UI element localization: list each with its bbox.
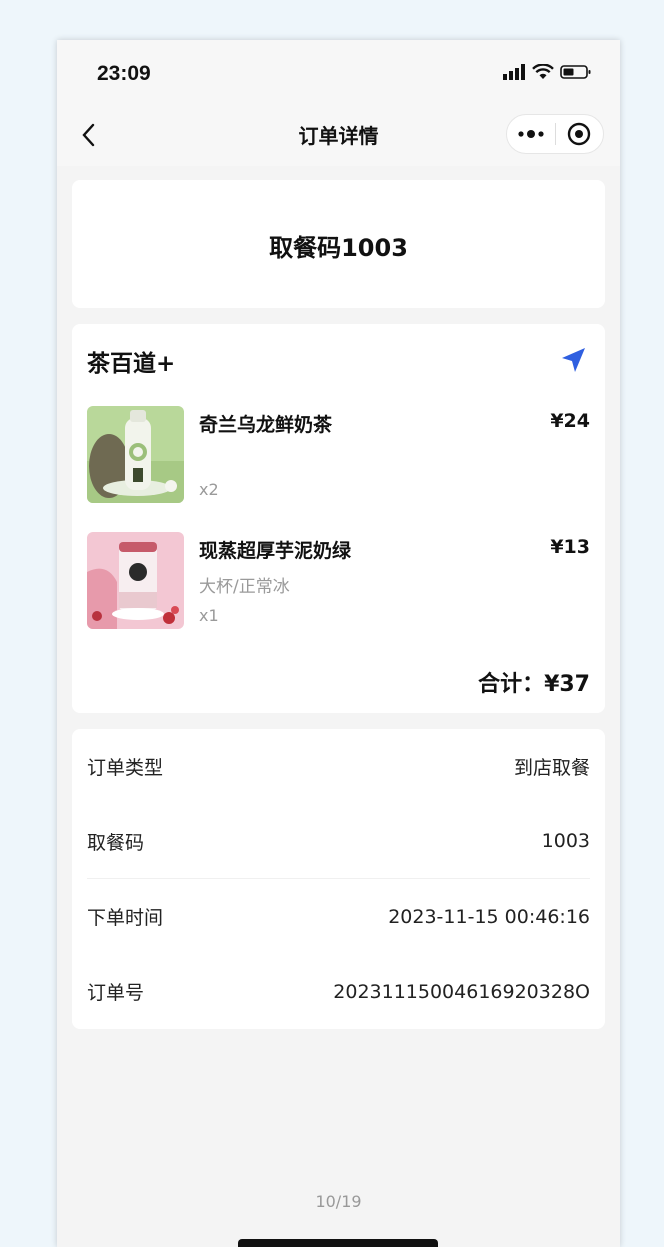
pickup-code: 取餐码1003 xyxy=(269,234,408,262)
item-name: 现蒸超厚芋泥奶绿 xyxy=(199,540,352,562)
close-target-icon xyxy=(568,122,591,146)
order-info-card: 订单类型 到店取餐 取餐码 1003 下单时间 2023-11-15 00:46… xyxy=(72,729,605,1029)
info-value: 2023-11-15 00:46:16 xyxy=(388,905,590,928)
info-value: 到店取餐 xyxy=(513,757,590,779)
list-item[interactable]: 现蒸超厚芋泥奶绿 ¥13 大杯/正常冰 x1 xyxy=(87,532,590,630)
shop-name: 茶百道+ xyxy=(87,351,176,377)
mini-program-capsule xyxy=(506,114,604,154)
info-row-order-time: 下单时间 2023-11-15 00:46:16 xyxy=(87,879,590,954)
close-button[interactable] xyxy=(556,115,603,153)
navigation-button[interactable] xyxy=(559,346,587,378)
info-row-order-number: 订单号 20231115004616920328O xyxy=(87,954,590,1029)
list-item[interactable]: 奇兰乌龙鲜奶茶 ¥24 x2 xyxy=(87,406,590,504)
navigation-bar: 订单详情 xyxy=(57,102,620,166)
info-label: 取餐码 xyxy=(87,831,145,854)
info-label: 下单时间 xyxy=(87,907,164,929)
more-button[interactable] xyxy=(507,115,555,153)
phone-screen: 23:09 订单详情 取餐码1003 茶百道+ 奇兰乌龙鲜奶茶 ¥24 x2 现… xyxy=(57,40,620,1247)
page-indicator: 10/19 xyxy=(315,1192,362,1211)
order-items-card: 茶百道+ 奇兰乌龙鲜奶茶 ¥24 x2 现蒸超厚芋泥奶绿 ¥13 大杯/正常冰 … xyxy=(72,324,605,713)
info-label: 订单类型 xyxy=(87,757,164,779)
item-spec: 大杯/正常冰 xyxy=(199,577,290,597)
info-row-pickup-code: 取餐码 1003 xyxy=(87,804,590,879)
status-time: 23:09 xyxy=(97,62,151,85)
product-image xyxy=(87,532,184,629)
status-bar: 23:09 xyxy=(57,40,620,102)
home-indicator[interactable] xyxy=(238,1239,438,1247)
pickup-code-card: 取餐码1003 xyxy=(72,180,605,308)
info-row-order-type: 订单类型 到店取餐 xyxy=(87,729,590,804)
info-label: 订单号 xyxy=(87,982,145,1004)
info-value: 1003 xyxy=(541,830,590,852)
status-icons xyxy=(502,64,592,80)
more-dots-icon xyxy=(518,130,544,138)
item-price: ¥13 xyxy=(550,536,590,558)
order-total: 合计：¥37 xyxy=(478,672,590,697)
item-price: ¥24 xyxy=(550,410,590,432)
item-quantity: x1 xyxy=(199,606,219,625)
item-name: 奇兰乌龙鲜奶茶 xyxy=(199,414,333,436)
signal-icon xyxy=(503,64,525,80)
wifi-icon xyxy=(532,64,554,79)
battery-icon xyxy=(560,65,591,79)
product-image xyxy=(87,406,184,503)
item-quantity: x2 xyxy=(199,480,219,499)
info-value: 20231115004616920328O xyxy=(333,980,590,1003)
location-arrow-icon xyxy=(562,348,585,372)
